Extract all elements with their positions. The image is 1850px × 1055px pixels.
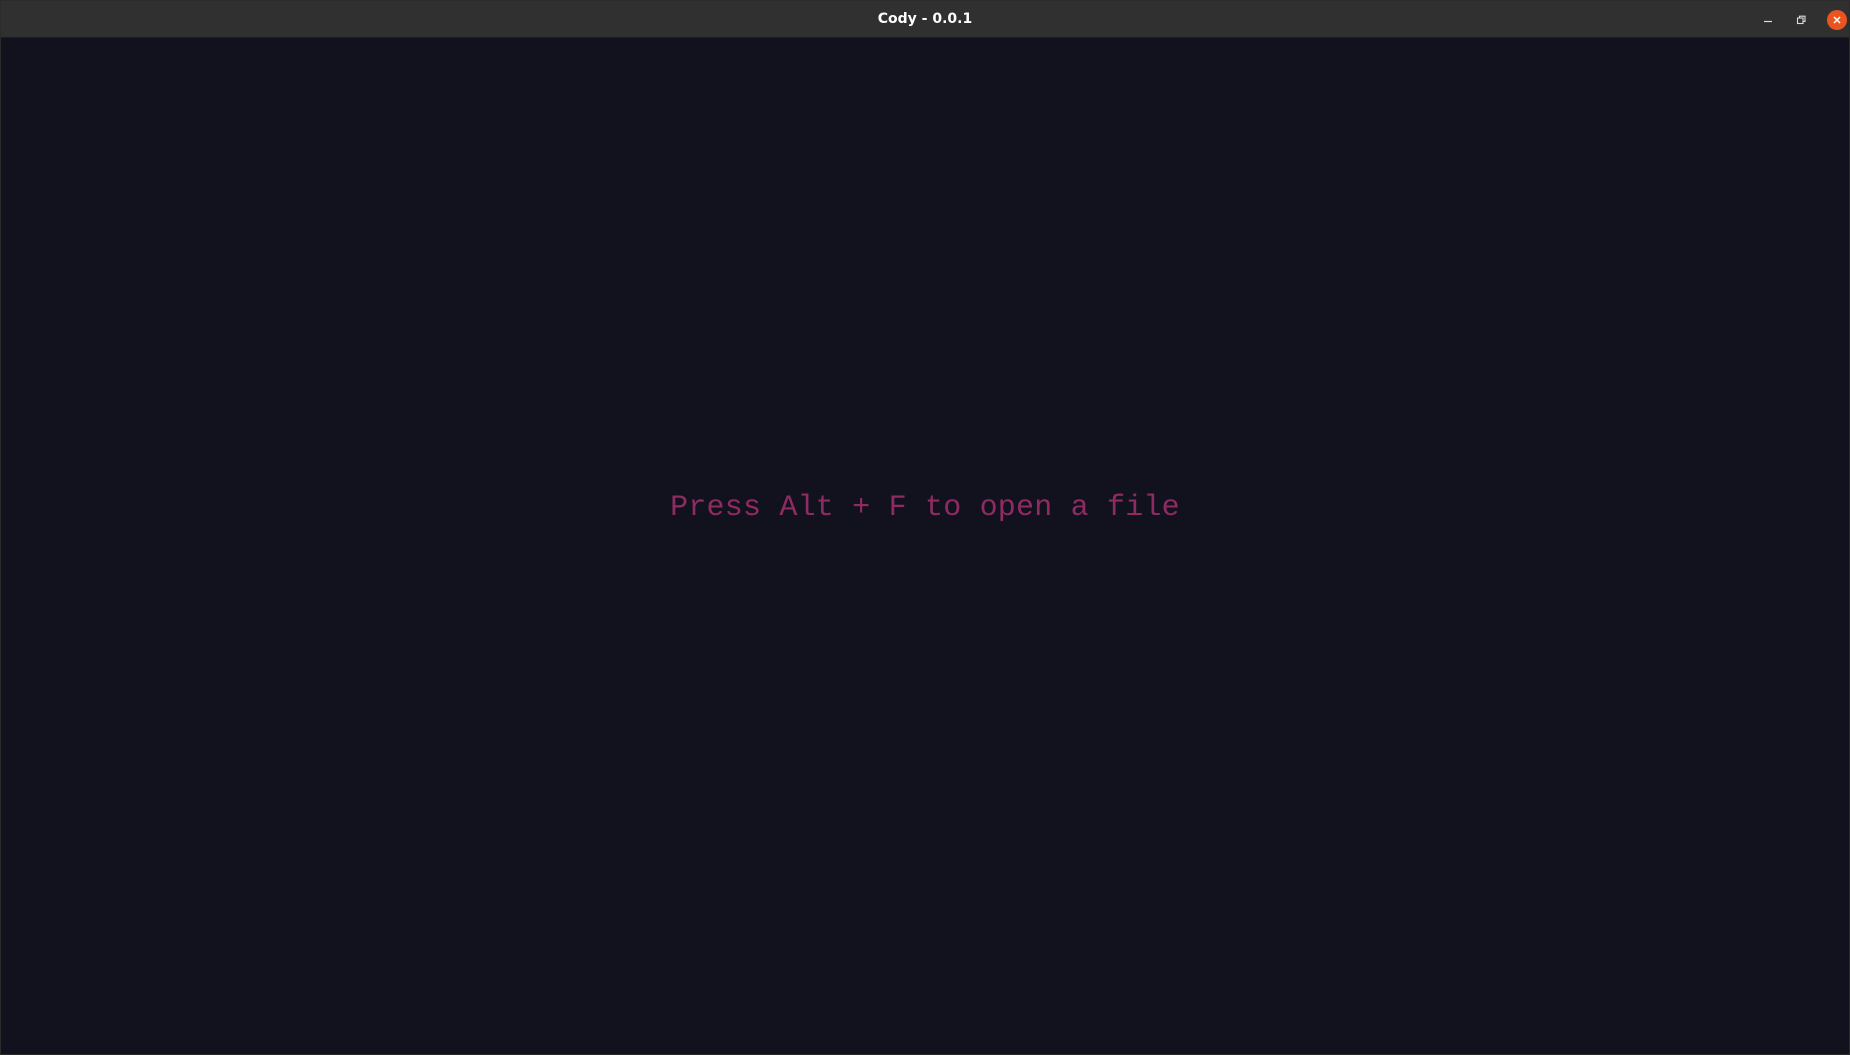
title-bar[interactable]: Cody - 0.0.1 — [1, 1, 1849, 38]
open-file-hint: Press Alt + F to open a file — [670, 491, 1180, 525]
restore-icon — [1796, 15, 1806, 25]
minimize-button[interactable] — [1758, 10, 1778, 30]
close-icon — [1833, 16, 1841, 24]
minimize-icon — [1764, 20, 1772, 23]
close-button[interactable] — [1827, 10, 1847, 30]
window-title: Cody - 0.0.1 — [877, 11, 973, 27]
restore-button[interactable] — [1791, 10, 1811, 30]
app-window: Cody - 0.0.1 Press Alt + F to open a fil… — [0, 0, 1850, 1055]
editor-area[interactable]: Press Alt + F to open a file — [1, 38, 1849, 1054]
